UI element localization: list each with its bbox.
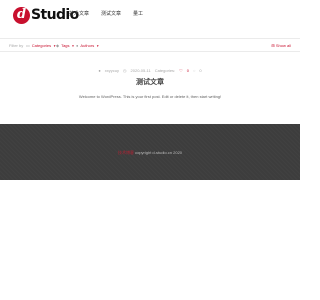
show-all-link[interactable]: ⊞ Show all	[271, 43, 291, 48]
user-icon: ●	[76, 43, 79, 48]
author-icon: ●	[98, 68, 101, 73]
site-footer: 技术博客 copyright d-studio.cn 2020	[0, 124, 300, 180]
main-nav: 技术文章 测试文章 量工	[69, 10, 143, 17]
filter-categories-label: Categories	[31, 43, 52, 48]
post-title[interactable]: 测试文章	[0, 77, 300, 87]
folder-icon: ▭	[26, 43, 30, 48]
nav-item-third[interactable]: 量工	[133, 10, 143, 17]
filter-categories-button[interactable]: ▭ Categories ▼	[26, 43, 56, 48]
footer-copyright-text: copyright d-studio.cn 2020	[135, 150, 183, 155]
logo-mark: d	[13, 6, 30, 24]
filter-authors-button[interactable]: ● Authors ▼	[76, 43, 99, 48]
nav-item-test-articles[interactable]: 测试文章	[101, 10, 121, 17]
post-meta: ● xxyycuy ◷ 2020-05-11 Categories: ♡ 0 ◌…	[0, 68, 300, 73]
filter-tags-button[interactable]: ◆ Tags ▼	[56, 43, 75, 48]
filter-authors-label: Authors	[80, 43, 95, 48]
post-likes: 0	[186, 68, 189, 73]
heart-icon[interactable]: ♡	[179, 68, 183, 73]
post-date: 2020-05-11	[130, 68, 151, 73]
post-comments: 0	[199, 68, 202, 73]
grid-icon: ⊞	[271, 43, 275, 48]
filter-tags-label: Tags	[61, 43, 70, 48]
caret-down-icon: ▼	[96, 43, 100, 48]
post-excerpt: Welcome to WordPress. This is your first…	[78, 94, 222, 99]
caret-down-icon: ▼	[71, 43, 75, 48]
site-header: d Studio 技术文章 测试文章 量工	[0, 0, 300, 32]
post-author[interactable]: xxyycuy	[105, 68, 119, 73]
clock-icon: ◷	[123, 68, 127, 73]
footer-copyright: 技术博客 copyright d-studio.cn 2020	[0, 150, 300, 156]
tag-icon: ◆	[56, 43, 60, 48]
nav-item-tech-articles[interactable]: 技术文章	[69, 10, 89, 17]
filter-label: Filter by	[9, 43, 24, 48]
footer-brand-link[interactable]: 技术博客	[118, 150, 134, 155]
filter-bar: Filter by ▭ Categories ▼ ◆ Tags ▼ ● Auth…	[0, 38, 300, 52]
show-all-label: Show all	[275, 43, 291, 48]
post-categories-label: Categories:	[154, 68, 176, 73]
comment-icon[interactable]: ◌	[193, 68, 195, 73]
